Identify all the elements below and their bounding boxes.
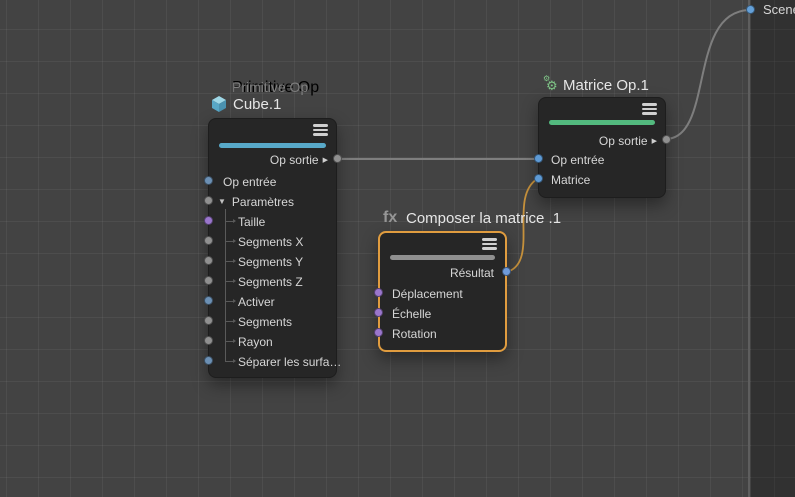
tree-branch-icon: [225, 341, 233, 342]
compose-input-row[interactable]: Rotation: [380, 324, 505, 342]
cube-input-row[interactable]: ▼Paramètres: [209, 192, 336, 210]
parametres-port[interactable]: [204, 196, 213, 205]
taille-port[interactable]: [204, 216, 213, 225]
scene-label: Scene: [763, 2, 795, 17]
menu-icon[interactable]: [313, 124, 328, 136]
cube-accent-bar: [219, 143, 326, 148]
segments-z-port[interactable]: [204, 276, 213, 285]
activer-port[interactable]: [204, 296, 213, 305]
matrix-node[interactable]: Op sortie▶ Op entrée Matrice: [538, 97, 666, 198]
tree-branch-icon: [225, 221, 233, 222]
cube-input-row[interactable]: Segments Z: [209, 272, 336, 290]
resultat-port[interactable]: [502, 267, 511, 276]
cube-input-row[interactable]: Op entrée: [209, 172, 336, 190]
segments-x-port[interactable]: [204, 236, 213, 245]
compose-input-row[interactable]: Échelle: [380, 304, 505, 322]
matrix-input-row[interactable]: Matrice: [539, 170, 665, 188]
cube-input-row[interactable]: Taille: [209, 212, 336, 230]
cube-category-label: Primitive Op: [232, 79, 308, 95]
segments-y-port[interactable]: [204, 256, 213, 265]
collapse-triangle-icon[interactable]: ▼: [218, 197, 226, 206]
deplacement-port[interactable]: [374, 288, 383, 297]
cube-icon: [210, 95, 228, 113]
cube-input-row[interactable]: Segments X: [209, 232, 336, 250]
tree-branch-icon: [225, 321, 233, 322]
matrix-accent-bar: [549, 120, 655, 125]
matrix-input-row[interactable]: Op entrée: [539, 150, 665, 168]
compose-node[interactable]: Résultat Déplacement Échelle Rotation: [378, 231, 507, 352]
port-expand-arrow-icon: ▶: [323, 157, 328, 164]
echelle-port[interactable]: [374, 308, 383, 317]
matrix-node-title[interactable]: Matrice Op.1: [563, 77, 649, 94]
rayon-port[interactable]: [204, 336, 213, 345]
compose-node-title[interactable]: Composer la matrice .1: [406, 210, 561, 227]
tree-branch-icon: [225, 361, 233, 362]
scene-group-panel: [751, 0, 795, 497]
port-expand-arrow-icon: ▶: [652, 138, 657, 145]
matrix-op-sortie-port[interactable]: [662, 135, 671, 144]
op-entree-port[interactable]: [204, 176, 213, 185]
tree-branch-icon: [225, 261, 233, 262]
gears-icon: ⚙⚙: [546, 78, 558, 94]
fx-icon: fx: [383, 209, 397, 227]
wire-matrix-to-scene[interactable]: [667, 10, 749, 139]
matrix-output-row[interactable]: Op sortie▶: [539, 131, 665, 149]
cube-input-row[interactable]: Séparer les surfa…: [209, 352, 336, 370]
cube-node[interactable]: Op sortie▶ Op entrée ▼Paramètres Taille …: [208, 118, 337, 378]
cube-input-row[interactable]: Segments: [209, 312, 336, 330]
compose-input-row[interactable]: Déplacement: [380, 284, 505, 302]
cube-input-row[interactable]: Segments Y: [209, 252, 336, 270]
tree-branch-icon: [225, 301, 233, 302]
compose-accent-bar: [390, 255, 495, 260]
tree-branch-icon: [225, 281, 233, 282]
scene-group-boundary: [748, 0, 750, 497]
matrix-op-entree-port[interactable]: [534, 154, 543, 163]
tree-branch-icon: [225, 241, 233, 242]
cube-input-row[interactable]: Rayon: [209, 332, 336, 350]
rotation-port[interactable]: [374, 328, 383, 337]
segments-port[interactable]: [204, 316, 213, 325]
cube-output-row[interactable]: Op sortie▶: [209, 150, 336, 168]
menu-icon[interactable]: [482, 238, 497, 250]
scene-input-port[interactable]: [746, 5, 755, 14]
separer-surfaces-port[interactable]: [204, 356, 213, 365]
node-editor-canvas[interactable]: Scene Primitive Op Primitive Op Cube.1 O…: [0, 0, 795, 497]
matrice-port[interactable]: [534, 174, 543, 183]
compose-output-row[interactable]: Résultat: [380, 263, 505, 281]
cube-input-row[interactable]: Activer: [209, 292, 336, 310]
cube-op-sortie-port[interactable]: [333, 154, 342, 163]
menu-icon[interactable]: [642, 103, 657, 115]
cube-node-title[interactable]: Cube.1: [233, 96, 281, 113]
